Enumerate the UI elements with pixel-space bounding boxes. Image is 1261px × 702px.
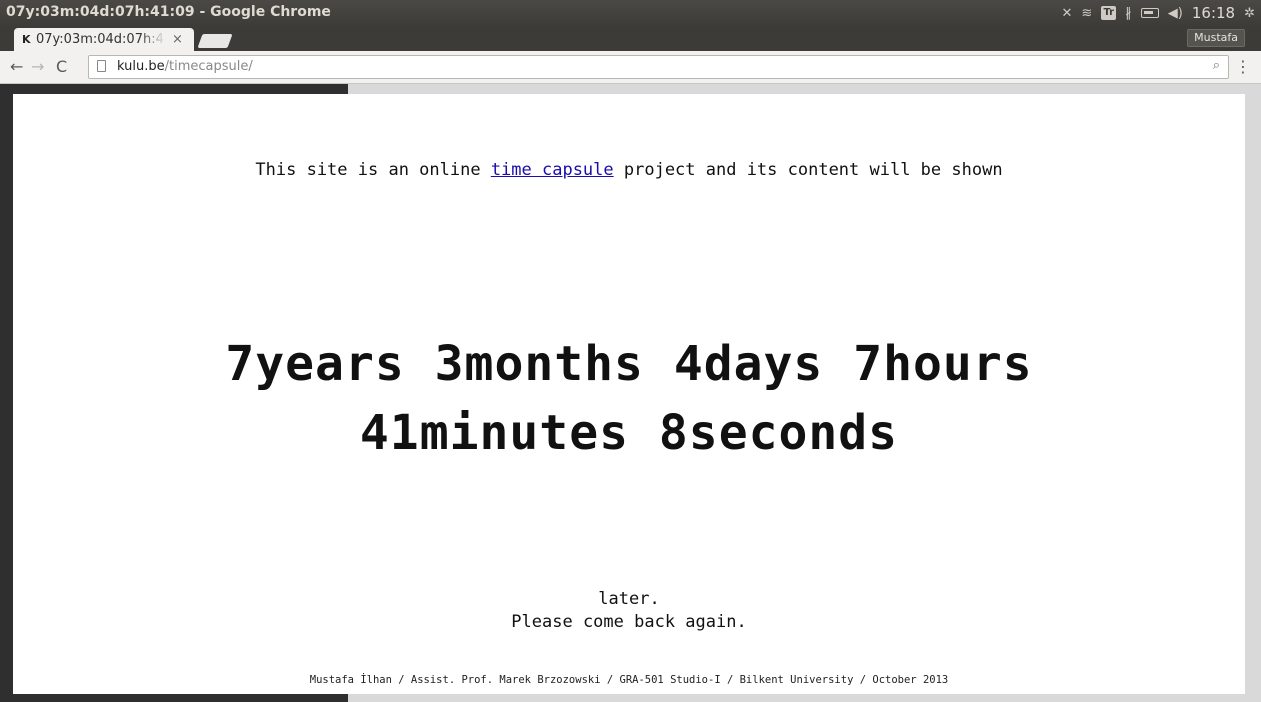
volume-icon[interactable]: ◀) (1168, 7, 1183, 20)
clock[interactable]: 16:18 (1192, 4, 1235, 22)
zoom-icon[interactable]: ⌕ (1213, 58, 1220, 73)
countdown-line-2: 41minutes 8seconds (359, 405, 899, 461)
intro-before: This site is an online (255, 160, 491, 180)
frame-bottom (0, 694, 1261, 702)
tr-icon[interactable]: Tr (1101, 6, 1117, 20)
page-content: This site is an online time capsule proj… (13, 94, 1245, 694)
wifi-icon[interactable]: ≋ (1081, 7, 1092, 20)
countdown-line-1: 7years 3months 4days 7hours (225, 336, 1033, 392)
intro-after: project and its content will be shown (613, 160, 1003, 180)
frame-right (1245, 84, 1261, 702)
address-bar[interactable]: kulu.be/timecapsule/ ⌕ (88, 55, 1229, 79)
bluetooth-icon[interactable]: ∦ (1125, 7, 1132, 20)
frame-top-bar (0, 84, 348, 94)
browser-toolbar: ← → C kulu.be/timecapsule/ ⌕ ⋮ (0, 51, 1261, 84)
footer-credits: Mustafa İlhan / Assist. Prof. Marek Brzo… (309, 674, 949, 686)
menu-icon[interactable]: ⋮ (1235, 57, 1251, 77)
page-icon (97, 60, 106, 72)
intro-text: This site is an online time capsule proj… (13, 160, 1245, 180)
tab-title: 07y:03m:04d:07h:41:09 (36, 32, 166, 47)
window-titlebar: 07y:03m:04d:07h:41:09 - Google Chrome ✕ … (0, 0, 1261, 27)
back-icon[interactable]: ← (10, 57, 23, 77)
time-capsule-link[interactable]: time capsule (491, 160, 614, 180)
reload-icon[interactable]: C (56, 57, 67, 77)
forward-icon[interactable]: → (31, 57, 44, 77)
new-tab-button[interactable] (197, 34, 233, 48)
battery-icon[interactable] (1140, 8, 1159, 18)
later-text: later. Please come back again. (13, 588, 1245, 634)
window-title: 07y:03m:04d:07h:41:09 - Google Chrome (6, 4, 331, 20)
url-path: /timecapsule/ (164, 59, 253, 74)
page-viewport: This site is an online time capsule proj… (0, 84, 1261, 702)
later-line-2: Please come back again. (511, 612, 747, 632)
countdown: 7years 3months 4days 7hours 41minutes 8s… (13, 330, 1245, 468)
later-line-1: later. (598, 589, 660, 609)
tab-strip: K 07y:03m:04d:07h:41:09 × Mustafa (0, 27, 1261, 51)
url-text[interactable]: kulu.be/timecapsule/ (117, 59, 253, 74)
frame-top (0, 84, 1261, 94)
profile-button[interactable]: Mustafa (1187, 29, 1245, 47)
frame-bottom-bar (0, 694, 348, 702)
tab-timecapsule[interactable]: K 07y:03m:04d:07h:41:09 × (14, 28, 194, 51)
favicon-icon: K (22, 33, 31, 46)
system-tray: ✕ ≋ Tr ∦ ◀) 16:18 ✲ (1061, 3, 1255, 23)
settings-icon[interactable]: ✲ (1244, 7, 1255, 20)
frame-left (0, 84, 13, 702)
url-host: kulu.be (117, 59, 165, 74)
close-icon[interactable]: × (172, 32, 183, 47)
mute-icon[interactable]: ✕ (1061, 7, 1072, 20)
